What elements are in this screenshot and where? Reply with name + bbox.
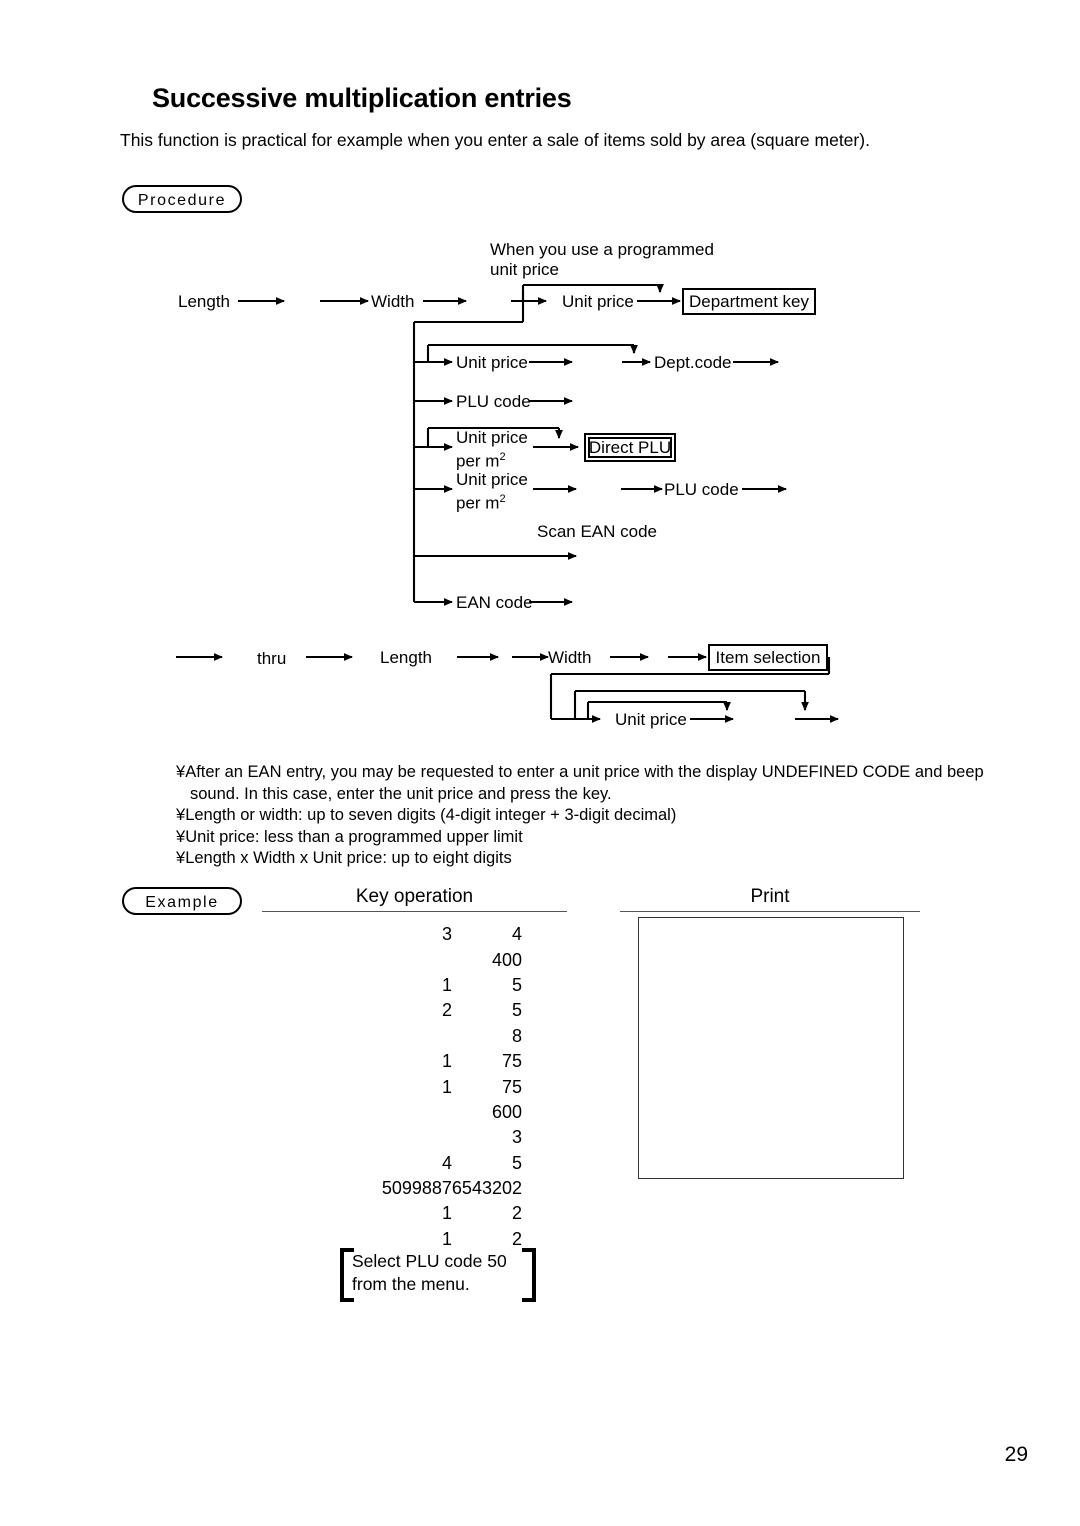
note-text: After an EAN entry, you may be requested… — [185, 763, 984, 781]
print-header-rule — [620, 911, 920, 912]
flow-label-ean-code: EAN code — [456, 593, 533, 612]
flow-label-thru: thru — [257, 649, 287, 668]
procedure-flow-diagram: When you use a programmed unit price Len… — [0, 0, 1080, 760]
flow-label-length-2: Length — [380, 648, 432, 667]
key-operation-cell-2: 5 — [511, 1000, 522, 1021]
key-operation-cell-1: 1 — [441, 1051, 452, 1072]
superscript-2-a: 2 — [499, 451, 506, 463]
document-page: Successive multiplication entries This f… — [0, 0, 1080, 1526]
key-operation-cell-2: 3 — [511, 1127, 522, 1148]
key-operation-row: 34 — [300, 922, 565, 947]
per-m-text-a: per m — [456, 451, 500, 471]
note-text: Length or width: up to seven digits (4-d… — [185, 806, 677, 824]
flow-label-plu-code-2: PLU code — [664, 480, 739, 499]
plu-note-line1: Select PLU code 50 — [352, 1251, 507, 1271]
note-bullet: ¥ — [176, 849, 186, 867]
flow-label-unit-price-per-m2-a-line2: per m2 — [456, 447, 506, 472]
flow-box-direct-plu: Direct PLU — [584, 433, 676, 462]
print-header: Print — [750, 886, 790, 907]
key-operation-row: 12 — [300, 1201, 565, 1226]
note-bullet: ¥ — [176, 763, 186, 781]
note-line: sound. In this case, enter the unit pric… — [176, 784, 1056, 806]
flow-label-unit-price-3: Unit price — [615, 710, 687, 729]
bracket-right-icon — [522, 1248, 536, 1302]
flow-connector-lines — [176, 283, 839, 723]
flow-label-unit-price-per-m2-a-line1: Unit price — [456, 428, 528, 447]
key-operation-row: 400 — [300, 947, 565, 972]
flow-label-width-2: Width — [548, 648, 592, 667]
key-operation-row: 25 — [300, 998, 565, 1023]
key-operation-cell-2: 400 — [491, 949, 522, 970]
note-line: ¥Unit price: less than a programmed uppe… — [176, 827, 1056, 849]
per-m-text-b: per m — [456, 493, 500, 513]
note-line: ¥After an EAN entry, you may be requeste… — [176, 762, 1056, 784]
notes-list: ¥After an EAN entry, you may be requeste… — [176, 762, 1056, 870]
flow-box-department-key: Department key — [682, 288, 816, 315]
key-operation-cell-2: 5 — [511, 974, 522, 995]
key-operation-cell-2: 2 — [511, 1203, 522, 1224]
key-operation-cell-1: 1 — [441, 1076, 452, 1097]
key-operation-row: 15 — [300, 973, 565, 998]
key-operation-cell-1: 1 — [441, 1203, 452, 1224]
note-line: ¥Length or width: up to seven digits (4-… — [176, 805, 1056, 827]
programmed-unit-price-annotation-line2: unit price — [490, 260, 559, 279]
plu-note-text: Select PLU code 50 from the menu. — [352, 1250, 507, 1296]
flow-label-length: Length — [178, 292, 230, 311]
page-number: 29 — [1004, 1443, 1028, 1466]
flow-label-unit-price-per-m2-b-line1: Unit price — [456, 470, 528, 489]
key-operation-cell-1: 2 — [441, 1000, 452, 1021]
flow-label-plu-code-1: PLU code — [456, 392, 531, 411]
flow-label-dept-code: Dept.code — [654, 353, 732, 372]
key-operation-cell-2: 4 — [511, 924, 522, 945]
key-operation-cell-2: 75 — [501, 1051, 522, 1072]
flow-label-width: Width — [371, 292, 415, 311]
key-operation-cell-2: 8 — [511, 1025, 522, 1046]
note-bullet: ¥ — [176, 806, 186, 824]
key-operation-cell-1: 1 — [441, 974, 452, 995]
key-operation-header: Key operation — [355, 886, 474, 907]
note-text: sound. In this case, enter the unit pric… — [190, 784, 612, 803]
key-operation-row: 45 — [300, 1151, 565, 1176]
key-operation-cell-2: 2 — [511, 1228, 522, 1249]
key-operation-cell-2: 75 — [501, 1076, 522, 1097]
key-operation-cell-2: 600 — [491, 1101, 522, 1122]
flow-label-scan-ean-code: Scan EAN code — [537, 522, 658, 541]
key-operation-cell-1: 50998876543202 — [381, 1178, 522, 1199]
note-line: ¥Length x Width x Unit price: up to eigh… — [176, 848, 1056, 870]
key-operation-header-rule — [262, 911, 567, 912]
key-operation-cell-2: 5 — [511, 1152, 522, 1173]
flow-label-unit-price-1: Unit price — [562, 292, 634, 311]
example-section-label: Example — [122, 887, 242, 915]
key-operation-row: 50998876543202 — [300, 1176, 565, 1201]
key-operation-row: 3 — [300, 1125, 565, 1150]
programmed-unit-price-annotation-line1: When you use a programmed — [490, 240, 714, 259]
key-operation-row: 8 — [300, 1024, 565, 1049]
note-text: Unit price: less than a programmed upper… — [185, 827, 523, 846]
plu-note-line2: from the menu. — [352, 1274, 470, 1294]
flow-label-unit-price-2: Unit price — [456, 353, 528, 372]
key-operation-row: 1 75 — [300, 1049, 565, 1074]
print-receipt-box — [638, 917, 904, 1179]
key-operation-cell-1: 4 — [441, 1152, 452, 1173]
plu-selection-note: Select PLU code 50 from the menu. — [340, 1248, 536, 1302]
key-operation-row: 1 75 — [300, 1074, 565, 1099]
direct-plu-label: Direct PLU — [588, 438, 672, 457]
note-bullet: ¥ — [176, 827, 186, 846]
key-operation-rows: 3 4 400 1 5 2 5 8 1 75 1 75 600 3 4 5 50998876543202 1 2 1 2 — [300, 922, 565, 1252]
superscript-2-b: 2 — [499, 493, 506, 505]
flow-label-unit-price-per-m2-b-line2: per m2 — [456, 489, 506, 514]
key-operation-cell-1: 1 — [441, 1228, 452, 1249]
flow-box-item-selection: Item selection — [708, 644, 828, 671]
note-text: Length x Width x Unit price: up to eight… — [185, 849, 512, 867]
key-operation-row: 600 — [300, 1100, 565, 1125]
key-operation-cell-1: 3 — [441, 924, 452, 945]
